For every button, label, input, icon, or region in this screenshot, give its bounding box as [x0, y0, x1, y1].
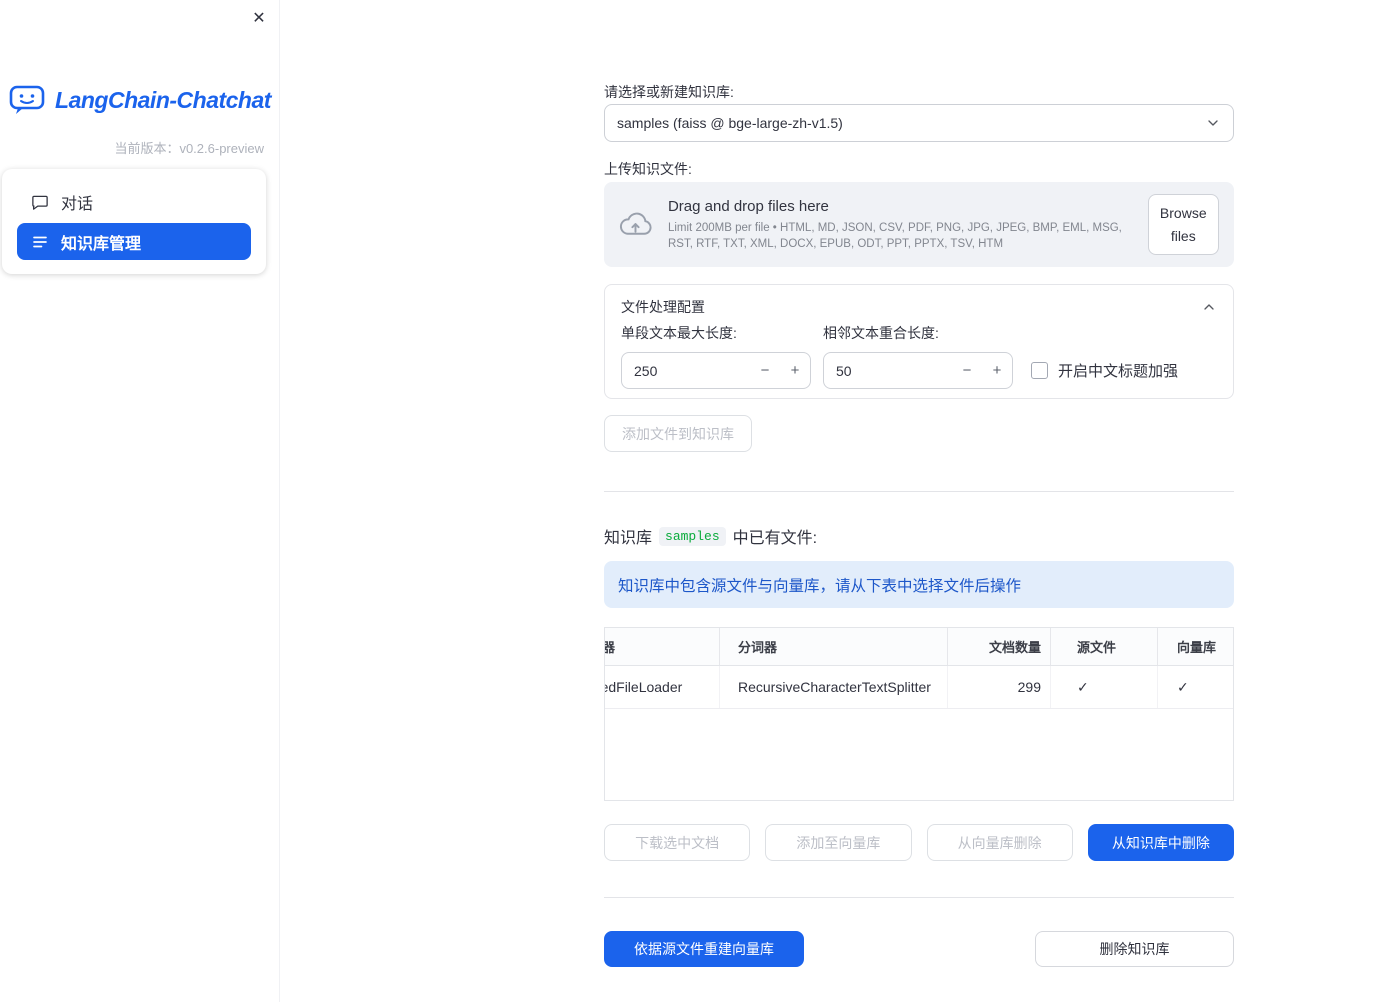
- sidebar-menu: 对话 知识库管理: [2, 169, 266, 274]
- logo: LangChain-Chatchat: [0, 84, 280, 116]
- logo-text: LangChain-Chatchat: [55, 86, 271, 113]
- column-header-source-file[interactable]: 源文件: [1051, 628, 1158, 665]
- chunk-size-input[interactable]: 250 − +: [621, 352, 811, 389]
- download-selected-button[interactable]: 下载选中文档: [604, 824, 751, 861]
- delete-kb-button[interactable]: 删除知识库: [1035, 931, 1234, 967]
- sidebar-item-label: 对话: [61, 195, 94, 213]
- sidebar: ✕ LangChain-Chatchat 当前版本：v0.2.6-preview…: [0, 0, 280, 1002]
- chunk-size-value: 250: [634, 362, 658, 379]
- delete-from-vector-store-button[interactable]: 从向量库删除: [926, 824, 1073, 861]
- kb-files-suffix: 中已有文件:: [732, 530, 818, 547]
- zh-title-enhance-label: 开启中文标题加强: [1058, 363, 1179, 380]
- column-header-vector-store[interactable]: 向量库: [1158, 628, 1233, 665]
- chevron-down-icon: [1208, 120, 1218, 126]
- logo-icon: [9, 85, 45, 114]
- file-uploader-dropzone[interactable]: Drag and drop files here Limit 200MB per…: [604, 182, 1234, 267]
- kb-select-label: 请选择或新建知识库:: [604, 84, 734, 100]
- divider: [604, 491, 1234, 492]
- kb-select-value: samples (faiss @ bge-large-zh-v1.5): [617, 115, 843, 131]
- dropzone-limits: Limit 200MB per file • HTML, MD, JSON, C…: [667, 221, 1122, 250]
- sidebar-item-knowledge-base[interactable]: 知识库管理: [17, 223, 251, 260]
- overlap-size-value: 50: [836, 362, 852, 379]
- version-text: 当前版本：v0.2.6-preview: [114, 141, 264, 156]
- cell-doc-count: 299: [948, 666, 1051, 708]
- zh-title-enhance-checkbox[interactable]: [1031, 362, 1048, 379]
- chunk-size-label: 单段文本最大长度:: [621, 325, 737, 341]
- cell-loader: UnstructuredFileLoader: [605, 666, 720, 708]
- info-banner: 知识库中包含源文件与向量库，请从下表中选择文件后操作: [604, 561, 1234, 608]
- dropzone-texts: Drag and drop files here Limit 200MB per…: [668, 198, 1132, 252]
- add-files-to-kb-button[interactable]: 添加文件到知识库: [604, 415, 752, 452]
- minus-button[interactable]: −: [952, 362, 982, 379]
- overlap-size-input[interactable]: 50 − +: [823, 352, 1013, 389]
- column-header-doc-count[interactable]: 文档数量: [948, 628, 1051, 665]
- rebuild-vector-store-button[interactable]: 依据源文件重建向量库: [604, 931, 804, 967]
- uploader-label: 上传知识文件:: [604, 161, 692, 177]
- add-to-vector-store-button[interactable]: 添加至向量库: [765, 824, 912, 861]
- expander-title: 文件处理配置: [621, 299, 705, 315]
- dropzone-instruction: Drag and drop files here: [667, 197, 829, 215]
- table-row[interactable]: UnstructuredFileLoader RecursiveCharacte…: [605, 666, 1233, 709]
- cell-splitter: RecursiveCharacterTextSplitter: [720, 666, 948, 708]
- expander-body: 单段文本最大长度: 250 − + 相邻文本重合长度: 50 − + 开启中文标…: [605, 317, 1233, 389]
- kb-name-code: samples: [659, 526, 726, 546]
- column-header-loader[interactable]: 文档加载器: [605, 628, 720, 665]
- sidebar-item-chat[interactable]: 对话: [17, 183, 251, 220]
- plus-button[interactable]: +: [780, 362, 810, 379]
- table-actions: 下载选中文档 添加至向量库 从向量库删除 从知识库中删除: [604, 824, 1234, 861]
- cell-source-file: ✓: [1051, 666, 1158, 708]
- kb-select[interactable]: samples (faiss @ bge-large-zh-v1.5): [604, 104, 1234, 142]
- cell-vector-store: ✓: [1177, 678, 1189, 695]
- close-icon[interactable]: ✕: [246, 5, 272, 31]
- minus-button[interactable]: −: [750, 362, 780, 379]
- knowledge-base-icon: [33, 236, 47, 247]
- cloud-upload-icon: [619, 212, 652, 235]
- chevron-up-icon: [1204, 304, 1214, 310]
- kb-files-prefix: 知识库: [604, 530, 653, 547]
- sidebar-item-label: 知识库管理: [61, 235, 142, 253]
- zh-title-enhance-group: 开启中文标题加强: [1031, 323, 1178, 381]
- files-table[interactable]: 文档加载器 分词器 文档数量 源文件 向量库 UnstructuredFileL…: [604, 627, 1234, 801]
- column-header-splitter[interactable]: 分词器: [720, 628, 948, 665]
- kb-files-heading: 知识库 samples 中已有文件:: [604, 524, 817, 548]
- table-header-row: 文档加载器 分词器 文档数量 源文件 向量库: [605, 628, 1233, 666]
- expander-header[interactable]: 文件处理配置: [605, 285, 1233, 317]
- chat-icon: [32, 195, 48, 210]
- overlap-size-group: 相邻文本重合长度: 50 − +: [823, 323, 1013, 389]
- browse-files-button[interactable]: Browse files: [1147, 194, 1219, 255]
- chunk-size-group: 单段文本最大长度: 250 − +: [621, 323, 811, 389]
- divider: [604, 897, 1234, 898]
- delete-from-kb-button[interactable]: 从知识库中删除: [1087, 824, 1234, 861]
- app: ✕ LangChain-Chatchat 当前版本：v0.2.6-preview…: [0, 0, 1380, 1002]
- plus-button[interactable]: +: [982, 362, 1012, 379]
- overlap-size-label: 相邻文本重合长度:: [823, 325, 939, 341]
- file-config-expander: 文件处理配置 单段文本最大长度: 250 − + 相邻文本重合长度: 50 − …: [604, 284, 1234, 399]
